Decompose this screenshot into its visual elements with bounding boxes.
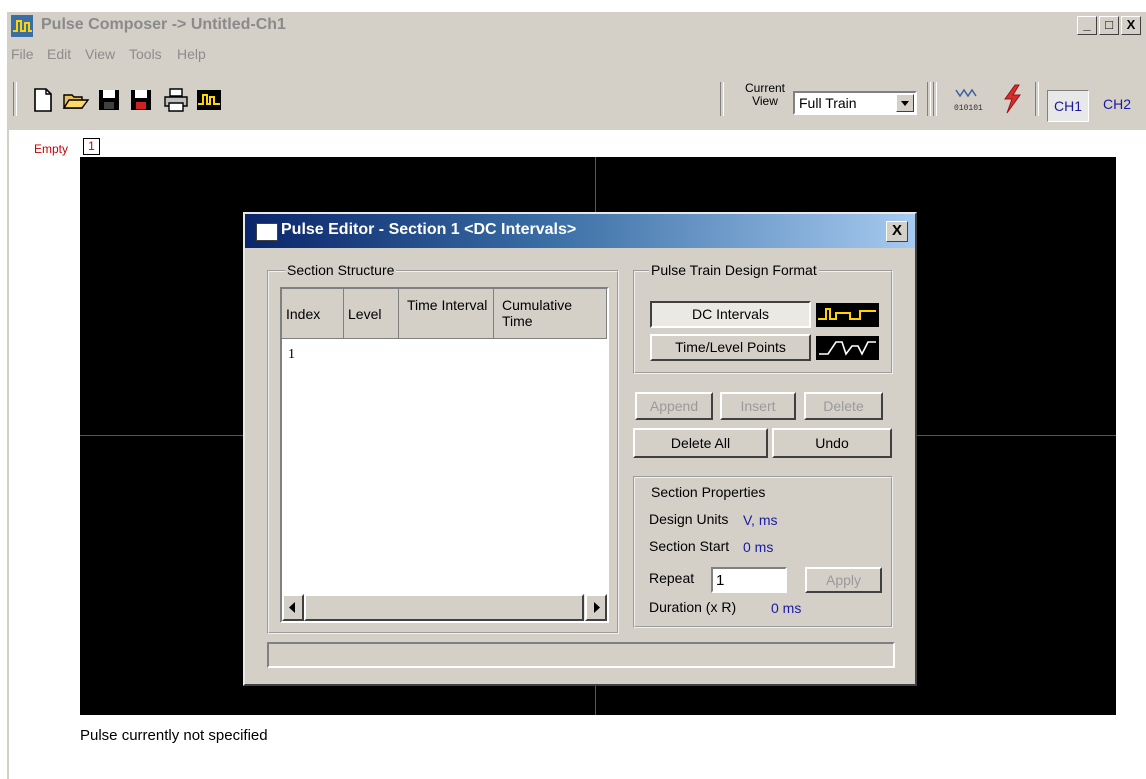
new-file-icon[interactable]	[29, 86, 57, 114]
open-folder-icon[interactable]	[62, 86, 90, 114]
duration-label: Duration (x R)	[649, 599, 737, 615]
window-title: Pulse Composer -> Untitled-Ch1	[41, 16, 286, 33]
insert-button[interactable]: Insert	[720, 392, 796, 420]
menu-tools[interactable]: Tools	[129, 46, 162, 62]
design-units-label: Design Units	[649, 511, 729, 527]
section-status-label: Empty	[34, 142, 69, 156]
section-properties-label: Section Properties	[649, 484, 768, 500]
toolbar-separator	[720, 82, 724, 116]
menu-bar: File Edit View Tools Help	[7, 40, 1146, 70]
dialog-window-icon	[256, 223, 278, 241]
menu-view[interactable]: View	[85, 46, 115, 62]
section-structure-label: Section Structure	[285, 262, 397, 278]
duration-value: 0 ms	[771, 600, 802, 616]
repeat-label: Repeat	[649, 570, 695, 586]
dialog-title: Pulse Editor - Section 1 <DC Intervals>	[281, 221, 577, 238]
apply-button[interactable]: Apply	[805, 567, 882, 593]
current-view-select[interactable]: Full Train	[793, 91, 917, 115]
toolbar-separator	[933, 82, 937, 116]
close-window-button[interactable]: X	[1121, 16, 1141, 35]
save-as-icon[interactable]	[127, 86, 155, 114]
section-start-label: Section Start	[649, 538, 730, 554]
horizontal-scrollbar[interactable]	[282, 594, 607, 621]
pulse-editor-dialog: Pulse Editor - Section 1 <DC Intervals> …	[243, 212, 917, 686]
toolbar-separator	[927, 82, 931, 116]
save-icon[interactable]	[95, 86, 123, 114]
current-view-label: Current View	[744, 81, 785, 108]
repeat-input-value: 1	[716, 572, 725, 589]
delete-button[interactable]: Delete	[804, 392, 883, 420]
status-text: Pulse currently not specified	[80, 727, 268, 744]
print-icon[interactable]	[162, 86, 190, 114]
svg-text:010101: 010101	[954, 104, 983, 113]
channel-1-button[interactable]: CH1	[1047, 90, 1089, 122]
scroll-left-button[interactable]	[282, 594, 304, 621]
dialog-titlebar: Pulse Editor - Section 1 <DC Intervals> …	[245, 214, 915, 248]
current-view-value: Full Train	[799, 95, 857, 111]
scrollbar-thumb[interactable]	[304, 594, 584, 621]
toolbar: 010101 CH1 CH2	[7, 70, 1146, 131]
arrow-right-icon	[594, 602, 600, 613]
minimize-button[interactable]: _	[1077, 16, 1097, 35]
toolbar-separator	[13, 82, 17, 116]
maximize-button[interactable]: □	[1099, 16, 1119, 35]
dc-intervals-wave-icon	[816, 303, 879, 327]
time-level-points-option[interactable]: Time/Level Points	[650, 334, 811, 361]
workspace-border	[7, 130, 9, 779]
delete-all-button[interactable]: Delete All	[633, 428, 768, 458]
section-start-value: 0 ms	[743, 539, 774, 555]
column-header-level[interactable]: Level	[344, 289, 399, 339]
menu-file[interactable]: File	[11, 46, 34, 62]
toolbar-separator	[1035, 82, 1039, 116]
menu-edit[interactable]: Edit	[47, 46, 71, 62]
append-button[interactable]: Append	[635, 392, 713, 420]
dialog-close-button[interactable]: X	[886, 221, 908, 242]
design-units-value: V, ms	[743, 512, 778, 528]
section-number-tab[interactable]: 1	[83, 138, 100, 155]
lightning-icon[interactable]	[997, 82, 1027, 116]
column-header-cumulative-time[interactable]: Cumulative Time	[494, 289, 607, 339]
dropdown-arrow-button[interactable]	[896, 94, 914, 112]
undo-button[interactable]: Undo	[772, 428, 892, 458]
column-header-index[interactable]: Index	[282, 289, 344, 339]
design-format-label: Pulse Train Design Format	[649, 262, 819, 278]
time-level-wave-icon	[816, 336, 879, 360]
scroll-right-button[interactable]	[585, 594, 607, 621]
chevron-down-icon	[901, 101, 909, 106]
pulse-wave-icon[interactable]	[195, 86, 223, 114]
pulse-sequence-icon[interactable]: 010101	[950, 82, 984, 116]
window-titlebar: Pulse Composer -> Untitled-Ch1 _ □ X	[7, 12, 1146, 40]
table-row-index[interactable]: 1	[288, 347, 295, 363]
repeat-input[interactable]: 1	[711, 567, 787, 593]
pulse-composer-app-icon	[11, 15, 33, 37]
column-header-time-interval[interactable]: Time Interval	[399, 289, 494, 339]
dialog-status-bar	[267, 642, 895, 668]
section-structure-list[interactable]: Index Level Time Interval Cumulative Tim…	[280, 287, 609, 623]
dc-intervals-option[interactable]: DC Intervals	[650, 301, 811, 328]
channel-2-button[interactable]: CH2	[1097, 89, 1137, 119]
arrow-left-icon	[289, 602, 295, 613]
menu-help[interactable]: Help	[177, 46, 206, 62]
